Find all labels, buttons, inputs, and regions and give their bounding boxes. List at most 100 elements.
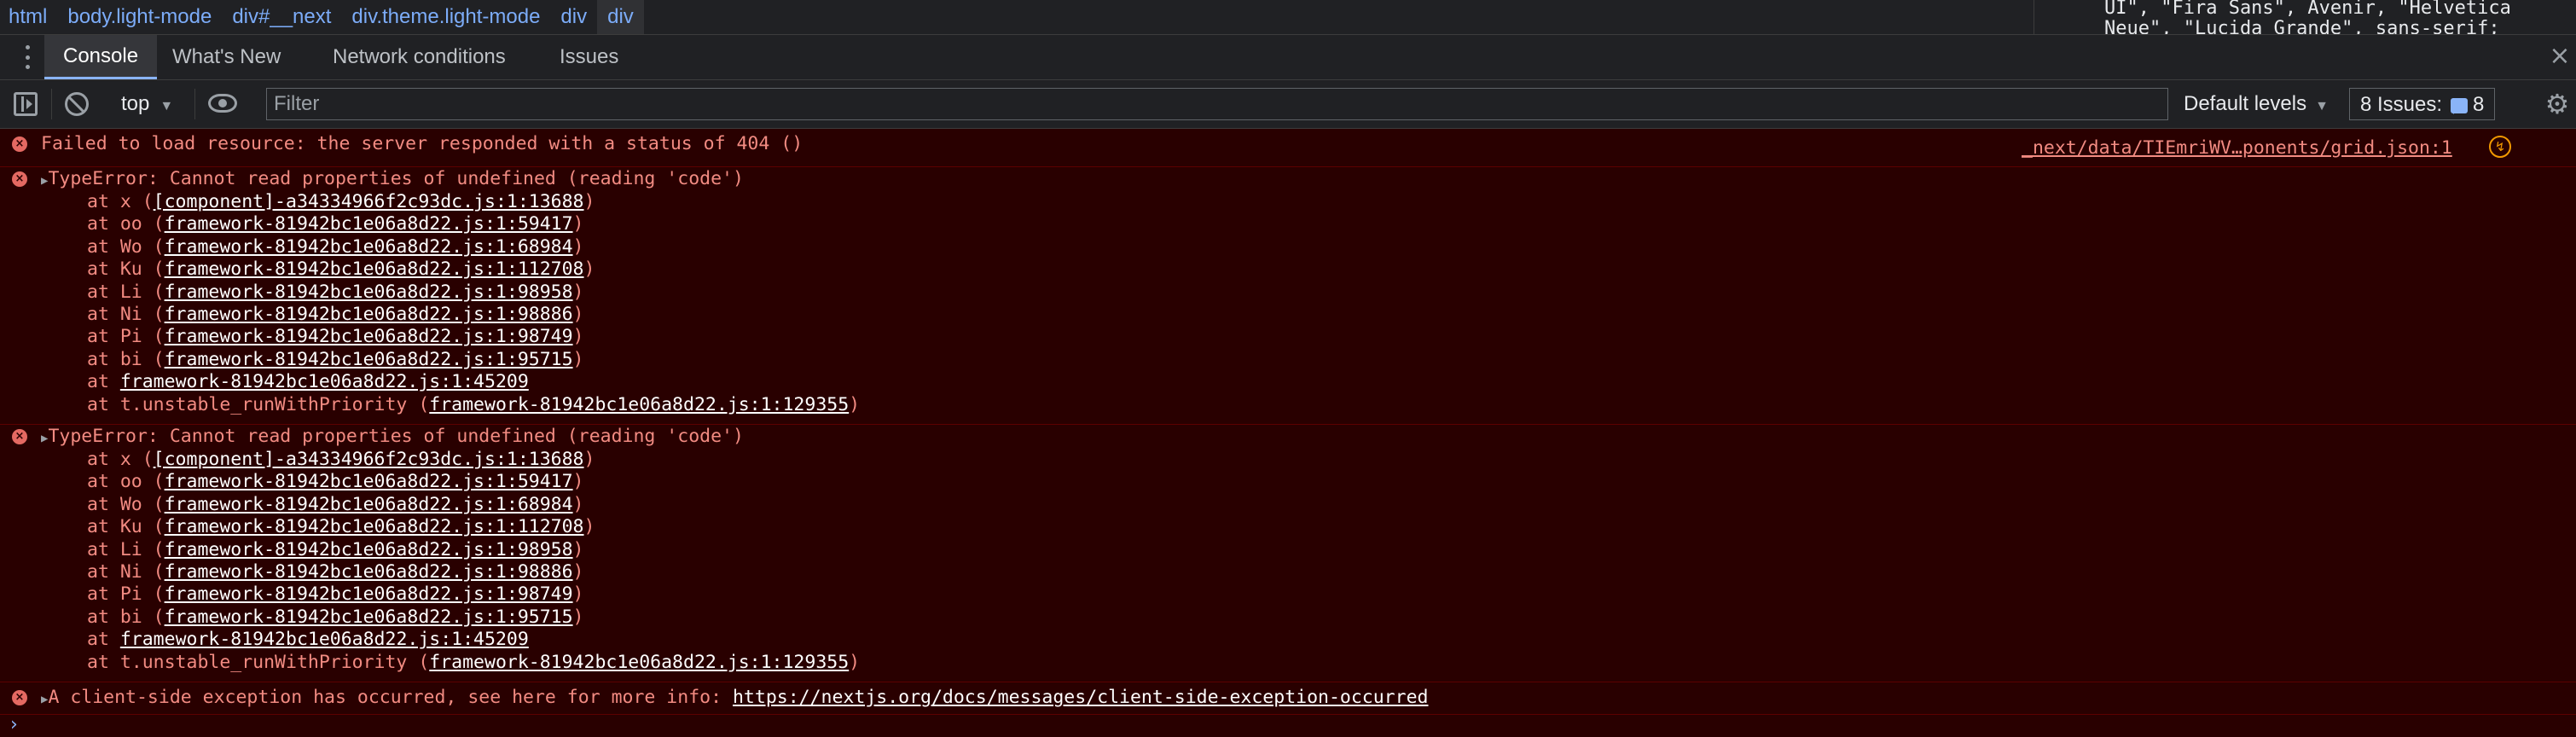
- stack-frame-link[interactable]: [component]-a34334966f2c93dc.js:1:13688: [154, 191, 584, 212]
- settings-gear-icon[interactable]: ⚙: [2544, 90, 2571, 118]
- stack-frame-paren: ): [849, 651, 861, 673]
- breadcrumb-item[interactable]: div: [550, 0, 597, 34]
- error-icon: ×: [12, 690, 27, 705]
- stack-frame-function: at Ku (: [87, 258, 165, 281]
- message-text[interactable]: ▶TypeError: Cannot read properties of un…: [41, 426, 744, 450]
- stack-frame: at x ([component]-a34334966f2c93dc.js:1:…: [87, 191, 860, 213]
- stack-frame-link[interactable]: [component]-a34334966f2c93dc.js:1:13688: [154, 449, 584, 470]
- stack-frame: at Li (framework-81942bc1e06a8d22.js:1:9…: [87, 539, 860, 561]
- stack-frame-link[interactable]: framework-81942bc1e06a8d22.js:1:112708: [165, 258, 584, 280]
- stack-frame-link[interactable]: framework-81942bc1e06a8d22.js:1:45209: [120, 371, 529, 392]
- console-message: × ▶TypeError: Cannot read properties of …: [0, 425, 2576, 682]
- close-icon[interactable]: ×: [2547, 44, 2573, 69]
- insights-icon[interactable]: ↯: [2489, 136, 2511, 158]
- stack-frame-function: at: [87, 371, 120, 393]
- toolbar-divider: [51, 89, 52, 119]
- stack-frame-paren: ): [572, 471, 584, 493]
- docs-link[interactable]: https://nextjs.org/docs/messages/client-…: [733, 687, 1428, 708]
- issues-icon: [2451, 97, 2469, 114]
- sidebar-toggle-icon[interactable]: [14, 92, 38, 116]
- stack-frame: at x ([component]-a34334966f2c93dc.js:1:…: [87, 449, 860, 471]
- stack-frame-function: at bi (: [87, 606, 165, 628]
- stack-frame-link[interactable]: framework-81942bc1e06a8d22.js:1:59417: [165, 471, 573, 492]
- drawer-menu-icon[interactable]: [17, 45, 38, 69]
- console-prompt[interactable]: ›: [10, 714, 18, 735]
- message-text-value: TypeError: Cannot read properties of und…: [48, 426, 744, 447]
- stack-frame-function: at oo (: [87, 471, 165, 493]
- stack-frame-function: at x (: [87, 191, 154, 212]
- breadcrumb-item[interactable]: div.theme.light-mode: [341, 0, 550, 34]
- message-text-value: A client-side exception has occurred, se…: [48, 687, 733, 708]
- breadcrumb-item[interactable]: div#__next: [222, 0, 341, 34]
- message-text[interactable]: ▶TypeError: Cannot read properties of un…: [41, 168, 744, 192]
- stack-frame-function: at oo (: [87, 213, 165, 235]
- stack-frame-link[interactable]: framework-81942bc1e06a8d22.js:1:45209: [120, 629, 529, 650]
- breadcrumb-item[interactable]: html: [0, 0, 57, 34]
- stack-frame-paren: ): [572, 326, 584, 348]
- stack-frame: at framework-81942bc1e06a8d22.js:1:45209: [87, 371, 860, 393]
- stack-frame-link[interactable]: framework-81942bc1e06a8d22.js:1:112708: [165, 516, 584, 537]
- drawer-tab-bar: Console What's New Network conditions Is…: [0, 35, 2576, 80]
- styles-pane-peek: UI", "Fira Sans", Avenir, "Helvetica Neu…: [2034, 0, 2576, 34]
- stack-frame-paren: ): [583, 191, 595, 212]
- message-text-value: TypeError: Cannot read properties of und…: [48, 168, 744, 189]
- tab-console[interactable]: Console: [44, 35, 158, 79]
- stack-frame: at Ni (framework-81942bc1e06a8d22.js:1:9…: [87, 304, 860, 326]
- issues-counter-button[interactable]: 8 Issues: 8: [2349, 88, 2496, 120]
- stack-frame: at oo (framework-81942bc1e06a8d22.js:1:5…: [87, 471, 860, 493]
- stack-frame-link[interactable]: framework-81942bc1e06a8d22.js:1:95715: [165, 606, 573, 628]
- toolbar-divider: [194, 89, 195, 119]
- stack-frame: at Wo (framework-81942bc1e06a8d22.js:1:6…: [87, 236, 860, 258]
- eye-icon[interactable]: [208, 94, 237, 113]
- message-text[interactable]: ▶A client-side exception has occurred, s…: [41, 687, 1428, 711]
- stack-frame: at Pi (framework-81942bc1e06a8d22.js:1:9…: [87, 326, 860, 348]
- stack-frame-link[interactable]: framework-81942bc1e06a8d22.js:1:98886: [165, 304, 573, 325]
- stack-frame: at framework-81942bc1e06a8d22.js:1:45209: [87, 629, 860, 651]
- stack-frame-function: at x (: [87, 449, 154, 470]
- console-message: × ▶A client-side exception has occurred,…: [0, 682, 2576, 715]
- stack-frame-function: at Li (: [87, 281, 165, 303]
- stack-frame-link[interactable]: framework-81942bc1e06a8d22.js:1:98958: [165, 281, 573, 303]
- context-selector[interactable]: top ▼: [111, 80, 183, 128]
- breadcrumb: html body.light-mode div#__next div.them…: [0, 0, 644, 34]
- stack-frame-link[interactable]: framework-81942bc1e06a8d22.js:1:95715: [165, 349, 573, 370]
- breadcrumb-item-selected[interactable]: div: [597, 0, 644, 34]
- stack-frame-link[interactable]: framework-81942bc1e06a8d22.js:1:129355: [429, 394, 849, 415]
- breadcrumb-item[interactable]: body.light-mode: [57, 0, 222, 34]
- stack-frame-paren: ): [572, 235, 584, 258]
- stack-frame-function: at Pi (: [87, 326, 165, 348]
- stack-frame: at bi (framework-81942bc1e06a8d22.js:1:9…: [87, 349, 860, 371]
- stack-frame-paren: ): [572, 538, 584, 560]
- stack-frame-link[interactable]: framework-81942bc1e06a8d22.js:1:98749: [165, 326, 573, 347]
- stack-frame-function: at bi (: [87, 348, 165, 370]
- stack-frame-link[interactable]: framework-81942bc1e06a8d22.js:1:68984: [165, 494, 573, 515]
- stack-frame: at t.unstable_runWithPriority (framework…: [87, 394, 860, 416]
- elements-breadcrumb-bar: html body.light-mode div#__next div.them…: [0, 0, 2576, 35]
- stack-frame-link[interactable]: framework-81942bc1e06a8d22.js:1:98886: [165, 561, 573, 583]
- stack-frame-paren: ): [572, 213, 584, 235]
- stack-frame-paren: ): [849, 393, 861, 415]
- tab-network-conditions[interactable]: Network conditions: [314, 35, 525, 79]
- stack-frame-link[interactable]: framework-81942bc1e06a8d22.js:1:129355: [429, 652, 849, 673]
- stack-frame: at Wo (framework-81942bc1e06a8d22.js:1:6…: [87, 494, 860, 516]
- tab-issues[interactable]: Issues: [541, 35, 637, 79]
- console-message: × ▶TypeError: Cannot read properties of …: [0, 167, 2576, 425]
- stack-frame-function: at Ni (: [87, 560, 165, 583]
- stack-frame-link[interactable]: framework-81942bc1e06a8d22.js:1:68984: [165, 236, 573, 258]
- error-icon: ×: [12, 171, 27, 187]
- stack-frame: at Ku (framework-81942bc1e06a8d22.js:1:1…: [87, 516, 860, 538]
- clear-console-icon[interactable]: [65, 92, 89, 116]
- context-selector-value: top: [121, 92, 150, 115]
- filter-input[interactable]: [266, 88, 2168, 120]
- tab-whats-new[interactable]: What's New: [154, 35, 299, 79]
- styles-peek-line: Neue", "Lucida Grande", sans-serif;: [2104, 18, 2500, 35]
- stack-frame: at Ku (framework-81942bc1e06a8d22.js:1:1…: [87, 258, 860, 281]
- stack-frame-link[interactable]: framework-81942bc1e06a8d22.js:1:59417: [165, 213, 573, 235]
- stack-frame-function: at Wo (: [87, 235, 165, 258]
- stack-frame-link[interactable]: framework-81942bc1e06a8d22.js:1:98958: [165, 539, 573, 560]
- source-link[interactable]: _next/data/TIEmriWV…ponents/grid.json:1: [2022, 137, 2452, 160]
- stack-frame-paren: ): [572, 606, 584, 628]
- log-levels-dropdown[interactable]: Default levels ▼: [2172, 80, 2341, 128]
- stack-frame-link[interactable]: framework-81942bc1e06a8d22.js:1:98749: [165, 583, 573, 605]
- stack-frame-paren: ): [572, 493, 584, 515]
